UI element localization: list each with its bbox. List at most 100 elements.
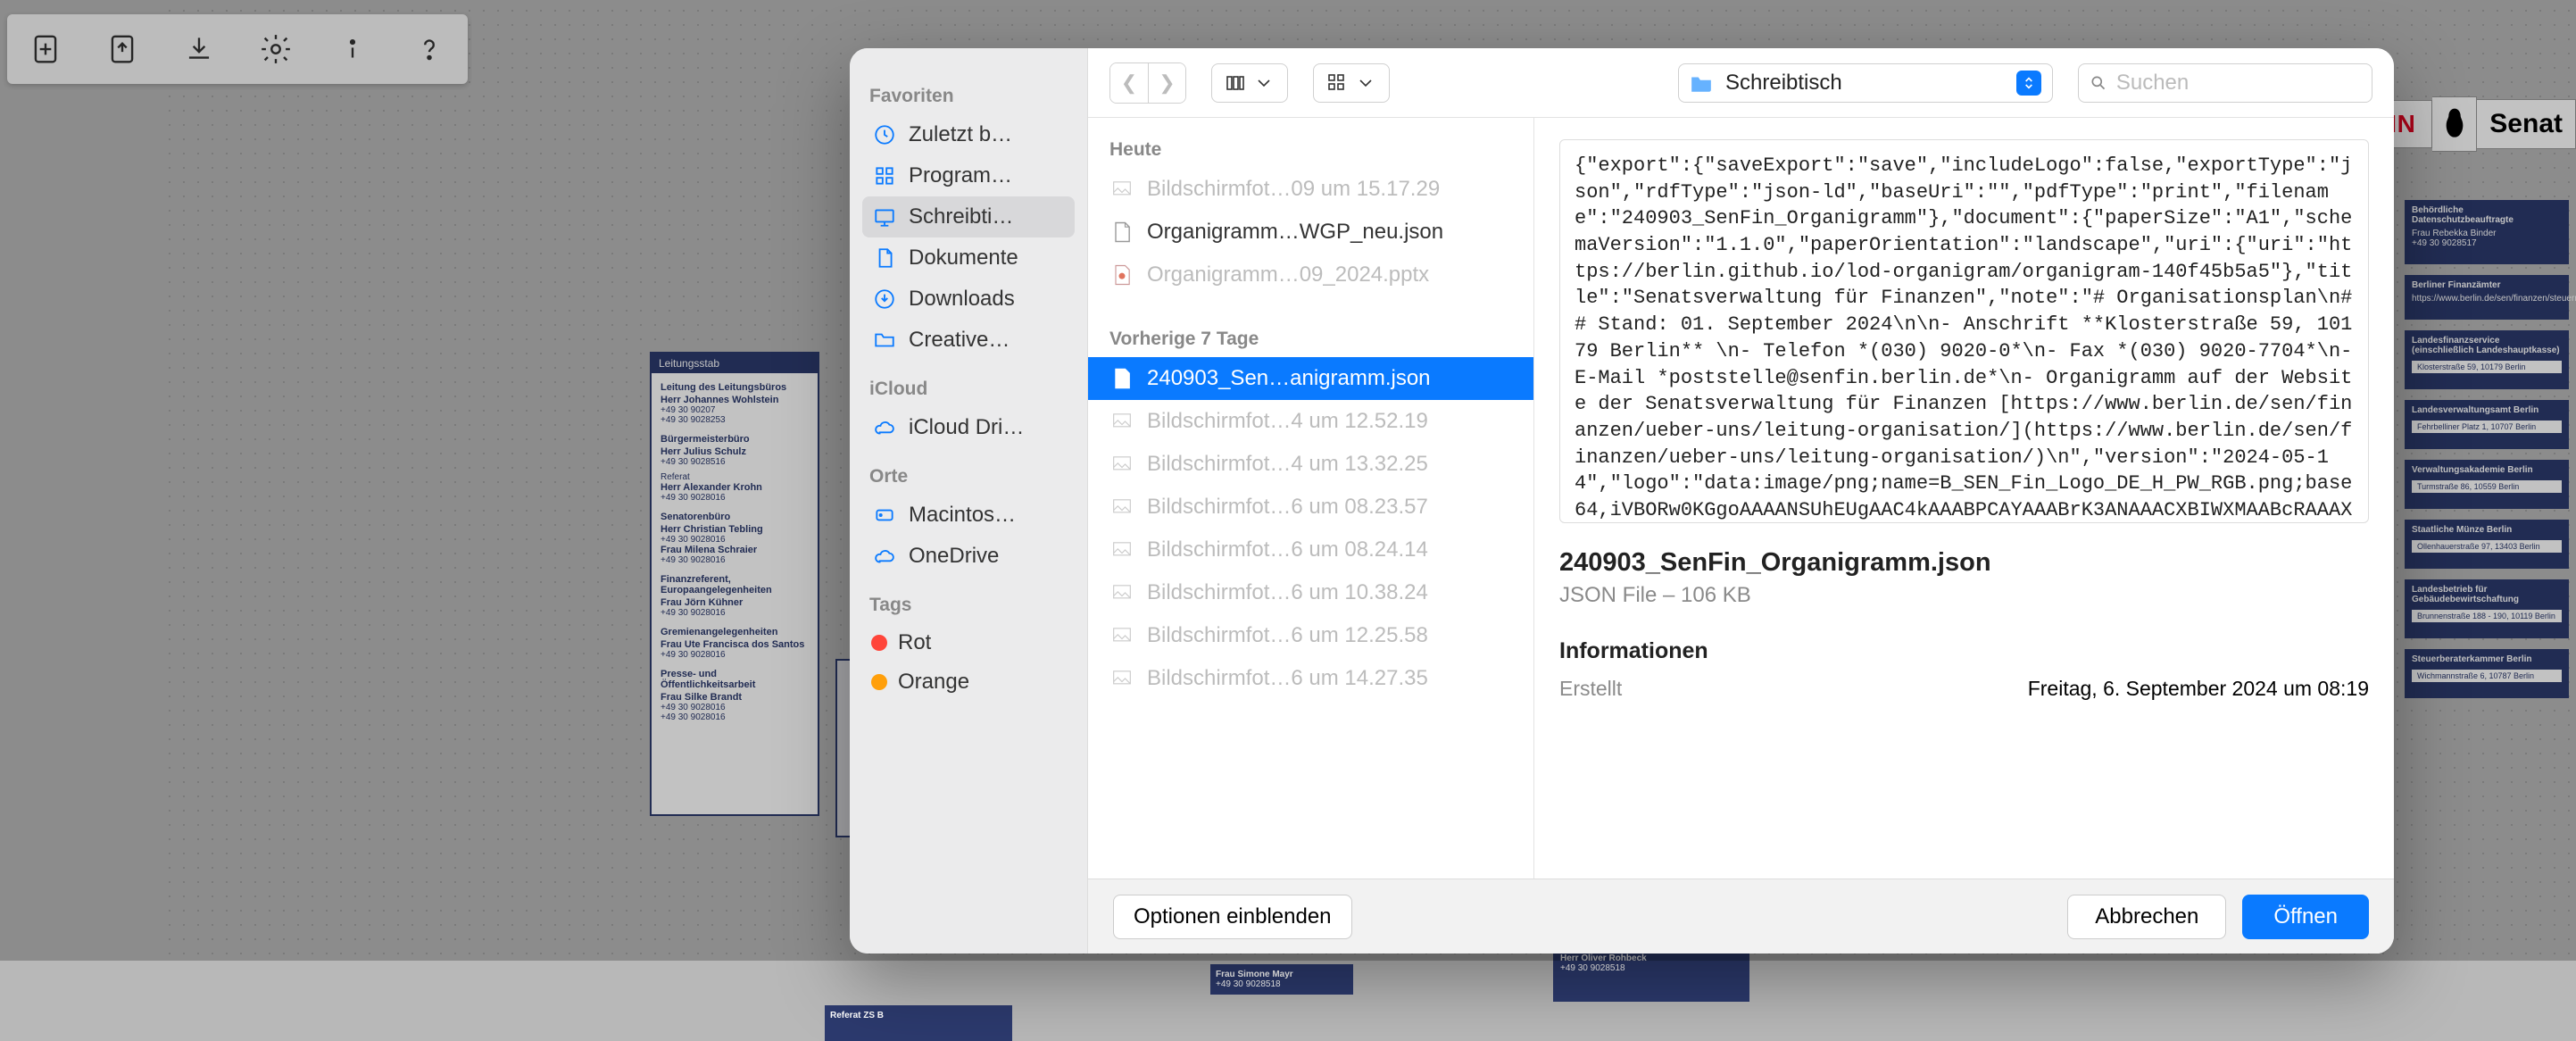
sidebar-item-label: Schreibti… (909, 204, 1013, 229)
tag-dot-icon (871, 674, 887, 690)
file-open-dialog: Favoriten Zuletzt b… Program… Schreibti… Do… (850, 48, 2394, 954)
sidebar-item-label: Program… (909, 163, 1012, 188)
preview-meta: JSON File – 106 KB (1559, 583, 2369, 608)
sidebar-item-label: Zuletzt b… (909, 122, 1012, 147)
sidebar-header-icloud: iCloud (869, 379, 1068, 400)
folder-icon (871, 327, 898, 354)
nav-buttons: ❮ ❯ (1109, 62, 1186, 104)
updown-icon (2016, 71, 2041, 96)
file-name: Bildschirmfot…4 um 12.52.19 (1147, 409, 1428, 434)
search-input[interactable] (2116, 71, 2361, 96)
sidebar-item-download[interactable]: Downloads (862, 279, 1075, 320)
file-icon (1109, 495, 1134, 520)
cloud-icon (871, 414, 898, 441)
display-icon (871, 204, 898, 230)
file-row[interactable]: Bildschirmfot…6 um 08.24.14 (1088, 529, 1533, 571)
file-name: Bildschirmfot…09 um 15.17.29 (1147, 177, 1440, 202)
file-name: 240903_Sen…anigramm.json (1147, 366, 1431, 391)
file-icon (1109, 366, 1134, 391)
file-row[interactable]: Bildschirmfot…6 um 12.25.58 (1088, 614, 1533, 657)
file-icon (1109, 537, 1134, 562)
file-name: Organigramm…09_2024.pptx (1147, 262, 1429, 287)
sidebar-item-label: Downloads (909, 287, 1015, 312)
chevron-down-icon (1253, 72, 1275, 94)
sidebar: Favoriten Zuletzt b… Program… Schreibti… Do… (850, 48, 1087, 954)
file-icon (1109, 666, 1134, 691)
sidebar-item-apps[interactable]: Program… (862, 155, 1075, 196)
view-mode-columns[interactable] (1211, 63, 1288, 103)
file-row[interactable]: Bildschirmfot…4 um 12.52.19 (1088, 400, 1533, 443)
sidebar-header-tags: Tags (869, 595, 1068, 616)
sidebar-header-favoriten: Favoriten (869, 86, 1068, 107)
file-list: Heute Bildschirmfot…09 um 15.17.29 Organi… (1088, 118, 1534, 879)
chevron-down-icon (1355, 72, 1376, 94)
file-row[interactable]: Bildschirmfot…6 um 08.23.57 (1088, 486, 1533, 529)
nav-forward-button[interactable]: ❯ (1148, 63, 1185, 103)
file-name: Bildschirmfot…4 um 13.32.25 (1147, 452, 1428, 477)
ref-zsb: Referat ZS B (825, 1005, 1012, 1041)
sidebar-item-doc[interactable]: Dokumente (862, 237, 1075, 279)
bg-person: Frau Simone Mayr +49 30 9028518 (1210, 964, 1353, 995)
disk-icon (871, 502, 898, 529)
file-row[interactable]: Bildschirmfot…6 um 14.27.35 (1088, 657, 1533, 700)
file-row[interactable]: Bildschirmfot…09 um 15.17.29 (1088, 168, 1533, 211)
sidebar-item-icloud-drive[interactable]: iCloud Dri… (862, 407, 1075, 448)
group-mode[interactable] (1313, 63, 1390, 103)
file-icon (1109, 623, 1134, 648)
tag-label: Rot (898, 630, 931, 655)
file-name: Bildschirmfot…6 um 08.24.14 (1147, 537, 1428, 562)
tag-rot[interactable]: Rot (862, 623, 1075, 662)
sidebar-header-orte: Orte (869, 466, 1068, 487)
sidebar-item-folder[interactable]: Creative… (862, 320, 1075, 361)
file-name: Bildschirmfot…6 um 10.38.24 (1147, 580, 1428, 605)
file-name: Bildschirmfot…6 um 08.23.57 (1147, 495, 1428, 520)
dialog-footer: Optionen einblenden Abbrechen Öffnen (1088, 879, 2394, 954)
sidebar-item-label: Creative… (909, 328, 1010, 353)
cancel-button[interactable]: Abbrechen (2067, 895, 2226, 939)
clock-icon (871, 121, 898, 148)
file-icon (1109, 220, 1134, 245)
sidebar-item-cloud[interactable]: OneDrive (862, 536, 1075, 577)
file-row[interactable]: 240903_Sen…anigramm.json (1088, 357, 1533, 400)
sidebar-item-label: OneDrive (909, 544, 999, 569)
open-button[interactable]: Öffnen (2242, 895, 2369, 939)
options-button[interactable]: Optionen einblenden (1113, 895, 1352, 939)
sidebar-item-label: Dokumente (909, 246, 1018, 271)
file-row[interactable]: Bildschirmfot…6 um 10.38.24 (1088, 571, 1533, 614)
file-icon (1109, 452, 1134, 477)
group-heute: Heute (1088, 127, 1533, 168)
info-value: Freitag, 6. September 2024 um 08:19 (2028, 677, 2369, 701)
file-icon (1109, 262, 1134, 287)
tag-orange[interactable]: Orange (862, 662, 1075, 702)
search-field[interactable] (2078, 63, 2372, 103)
location-popup[interactable]: Schreibtisch (1678, 63, 2053, 103)
apps-icon (871, 162, 898, 189)
cloud-icon (871, 543, 898, 570)
sidebar-item-label: iCloud Dri… (909, 415, 1024, 440)
sidebar-item-disk[interactable]: Macintos… (862, 495, 1075, 536)
download-icon (871, 286, 898, 312)
main-pane: ❮ ❯ Schreibtisch (1087, 48, 2394, 954)
search-icon (2090, 73, 2107, 93)
file-row[interactable]: Organigramm…WGP_neu.json (1088, 211, 1533, 254)
sidebar-item-label: Macintos… (909, 503, 1016, 528)
file-row[interactable]: Organigramm…09_2024.pptx (1088, 254, 1533, 296)
file-name: Bildschirmfot…6 um 12.25.58 (1147, 623, 1428, 648)
tag-label: Orange (898, 670, 969, 695)
group-vorherige: Vorherige 7 Tage (1088, 316, 1533, 357)
info-created: Erstellt Freitag, 6. September 2024 um 0… (1559, 677, 2369, 701)
file-icon (1109, 580, 1134, 605)
toolbar: ❮ ❯ Schreibtisch (1088, 48, 2394, 118)
nav-back-button[interactable]: ❮ (1110, 63, 1148, 103)
tag-dot-icon (871, 635, 887, 651)
file-name: Bildschirmfot…6 um 14.27.35 (1147, 666, 1428, 691)
location-label: Schreibtisch (1725, 71, 2004, 96)
file-row[interactable]: Bildschirmfot…4 um 13.32.25 (1088, 443, 1533, 486)
sidebar-item-display[interactable]: Schreibti… (862, 196, 1075, 237)
folder-icon (1690, 73, 1713, 93)
file-name: Organigramm…WGP_neu.json (1147, 220, 1443, 245)
sidebar-item-clock[interactable]: Zuletzt b… (862, 114, 1075, 155)
preview-filename: 240903_SenFin_Organigramm.json (1559, 548, 2369, 578)
preview-pane: {"export":{"saveExport":"save","includeL… (1534, 118, 2394, 879)
file-icon (1109, 409, 1134, 434)
